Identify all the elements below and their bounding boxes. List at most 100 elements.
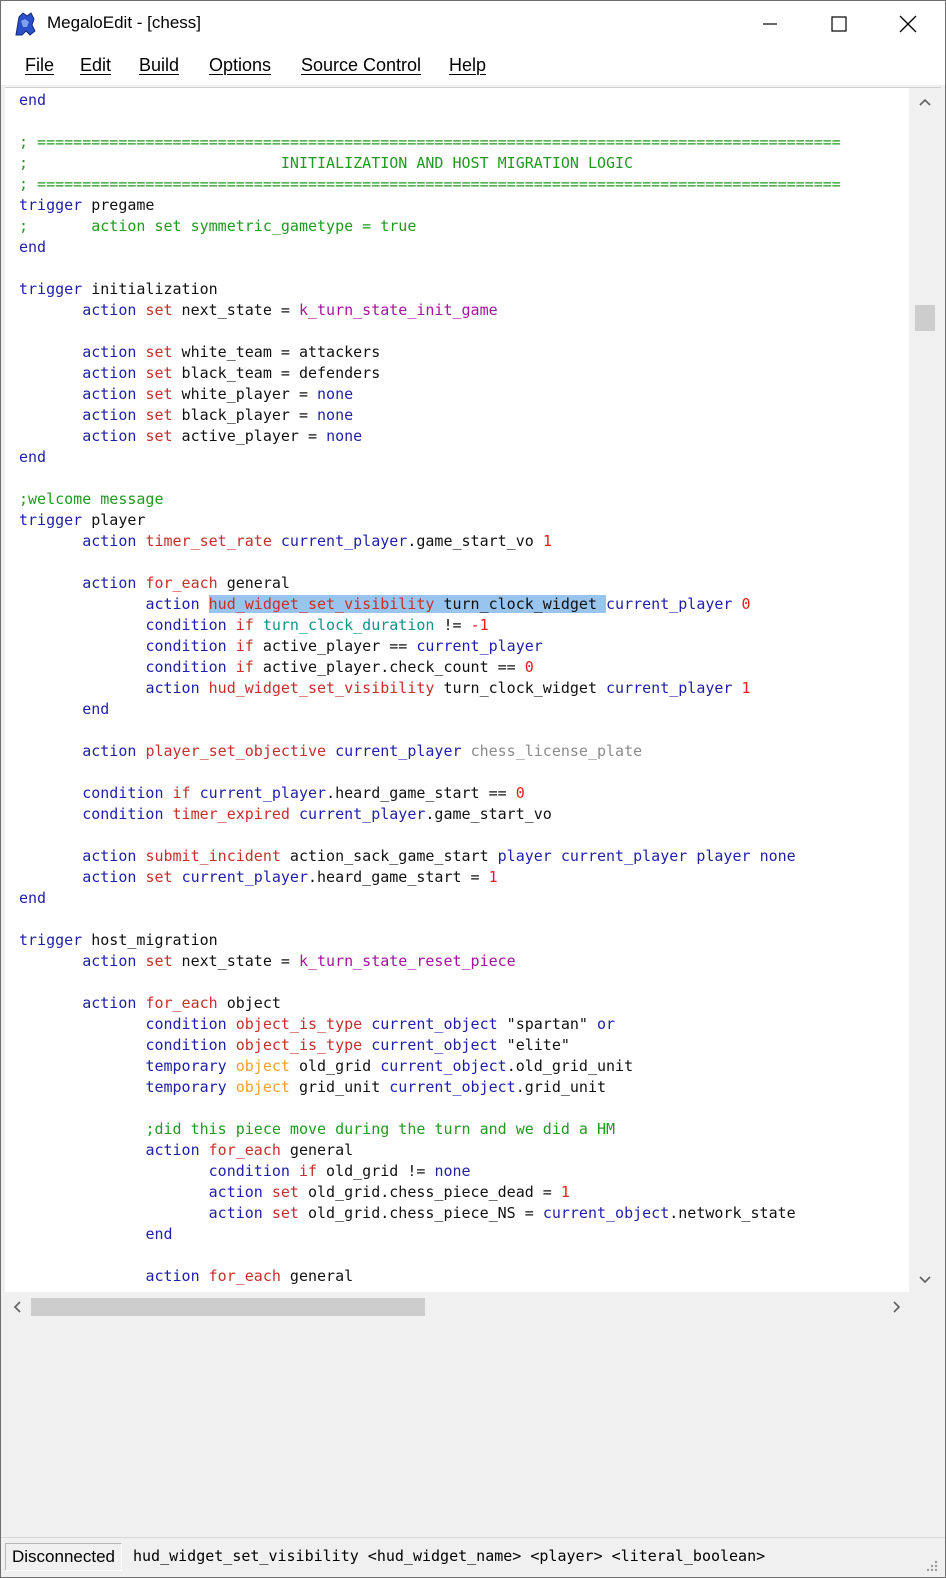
code-line[interactable]: condition if turn_clock_duration != -1 xyxy=(19,615,488,636)
code-line[interactable]: action for_each object xyxy=(19,993,281,1014)
code-line[interactable]: end xyxy=(19,447,46,468)
code-line[interactable]: action hud_widget_set_visibility turn_cl… xyxy=(19,594,751,615)
code-line[interactable]: temporary object grid_unit current_objec… xyxy=(19,1077,606,1098)
code-line[interactable]: end xyxy=(19,699,109,720)
menu-options[interactable]: Options xyxy=(209,55,271,76)
code-token: hud_widget_set_visibility xyxy=(208,679,435,697)
code-line[interactable]: trigger player xyxy=(19,510,145,531)
code-token: current_player xyxy=(199,784,327,802)
code-line[interactable]: action set black_team = defenders xyxy=(19,363,380,384)
code-line[interactable]: ;did this piece move during the turn and… xyxy=(19,1119,615,1140)
maximize-icon xyxy=(830,16,847,32)
title-bar[interactable]: MegaloEdit - [chess] xyxy=(1,1,945,47)
code-text-area[interactable]: end ; ===================================… xyxy=(5,88,909,1292)
code-line[interactable]: end xyxy=(19,1224,172,1245)
code-line[interactable]: action for_each general xyxy=(19,573,290,594)
code-line[interactable]: end xyxy=(19,888,46,909)
megalo-app-icon xyxy=(15,12,36,36)
code-line[interactable]: condition if active_player == current_pl… xyxy=(19,636,542,657)
code-line[interactable]: ; INITIALIZATION AND HOST MIGRATION LOGI… xyxy=(19,153,633,174)
close-button[interactable] xyxy=(873,1,942,47)
code-line[interactable]: trigger host_migration xyxy=(19,930,218,951)
code-line[interactable]: action set white_player = none xyxy=(19,384,353,405)
code-token: end xyxy=(82,700,110,718)
code-line[interactable]: condition if active_player.check_count =… xyxy=(19,657,533,678)
code-line[interactable]: condition object_is_type current_object … xyxy=(19,1035,569,1056)
code-token: trigger xyxy=(19,931,83,949)
code-line[interactable]: trigger pregame xyxy=(19,195,154,216)
code-token: current_player xyxy=(181,868,308,886)
code-line[interactable]: action set active_player = none xyxy=(19,426,362,447)
code-token: if xyxy=(172,784,191,802)
code-token: object_is_type xyxy=(235,1036,363,1054)
vertical-scroll-thumb[interactable] xyxy=(915,304,935,331)
code-token: set xyxy=(145,952,173,970)
horizontal-scroll-thumb[interactable] xyxy=(31,1298,425,1316)
code-line[interactable]: action timer_set_rate current_player.gam… xyxy=(19,531,552,552)
code-line[interactable]: action set black_player = none xyxy=(19,405,353,426)
code-line[interactable]: ; ======================================… xyxy=(19,174,841,195)
code-token: condition xyxy=(82,784,164,802)
code-line[interactable]: action player_set_objective current_play… xyxy=(19,741,642,762)
code-line[interactable]: ; ======================================… xyxy=(19,132,841,153)
code-line[interactable]: trigger initialization xyxy=(19,279,218,300)
code-token: action xyxy=(82,406,137,424)
menu-edit[interactable]: Edit xyxy=(80,55,111,76)
code-editor[interactable]: end ; ===================================… xyxy=(5,87,941,1320)
code-line[interactable]: ;welcome message xyxy=(19,489,164,510)
code-line[interactable]: action set old_grid.chess_piece_NS = cur… xyxy=(19,1203,796,1224)
minimize-button[interactable] xyxy=(735,1,804,47)
code-line[interactable]: action set old_grid.chess_piece_dead = 1 xyxy=(19,1182,570,1203)
scroll-right-arrow-icon[interactable] xyxy=(889,1298,905,1316)
maximize-button[interactable] xyxy=(804,1,873,47)
resize-grip-icon[interactable] xyxy=(923,1557,939,1573)
scroll-down-arrow-icon[interactable] xyxy=(915,1272,935,1288)
code-line[interactable]: end xyxy=(19,90,46,111)
code-line[interactable]: condition if old_grid != none xyxy=(19,1161,471,1182)
code-token: ; ======================================… xyxy=(19,133,841,151)
scroll-left-arrow-icon[interactable] xyxy=(9,1298,25,1316)
code-line[interactable]: ; action set symmetric_gametype = true xyxy=(19,216,416,237)
horizontal-scrollbar[interactable] xyxy=(5,1292,941,1320)
code-line[interactable]: action for_each general xyxy=(19,1140,353,1161)
code-line[interactable]: condition timer_expired current_player.g… xyxy=(19,804,552,825)
code-line[interactable]: action set next_state = k_turn_state_ini… xyxy=(19,300,497,321)
code-token: end xyxy=(19,889,47,907)
menu-source-control[interactable]: Source Control xyxy=(301,55,421,76)
menu-build[interactable]: Build xyxy=(139,55,179,76)
code-line[interactable]: action set current_player.heard_game_sta… xyxy=(19,867,497,888)
code-line[interactable]: temporary object old_grid current_object… xyxy=(19,1056,633,1077)
code-token: action xyxy=(82,427,137,445)
code-line[interactable]: action set next_state = k_turn_state_res… xyxy=(19,951,516,972)
scroll-up-arrow-icon[interactable] xyxy=(915,94,935,110)
code-token: set xyxy=(271,1204,299,1222)
code-line[interactable]: action for_each general xyxy=(19,1266,353,1287)
menu-file[interactable]: File xyxy=(25,55,54,76)
vertical-scrollbar[interactable] xyxy=(909,88,941,1292)
code-line[interactable]: end xyxy=(19,237,46,258)
code-line[interactable]: action set white_team = attackers xyxy=(19,342,380,363)
code-line[interactable]: condition object_is_type current_object … xyxy=(19,1014,615,1035)
menu-help[interactable]: Help xyxy=(449,55,486,76)
code-line[interactable]: action submit_incident action_sack_game_… xyxy=(19,846,795,867)
code-line[interactable]: action hud_widget_set_visibility turn_cl… xyxy=(19,678,750,699)
code-line[interactable]: condition if current_player.heard_game_s… xyxy=(19,783,525,804)
code-token: 0 xyxy=(741,595,751,613)
